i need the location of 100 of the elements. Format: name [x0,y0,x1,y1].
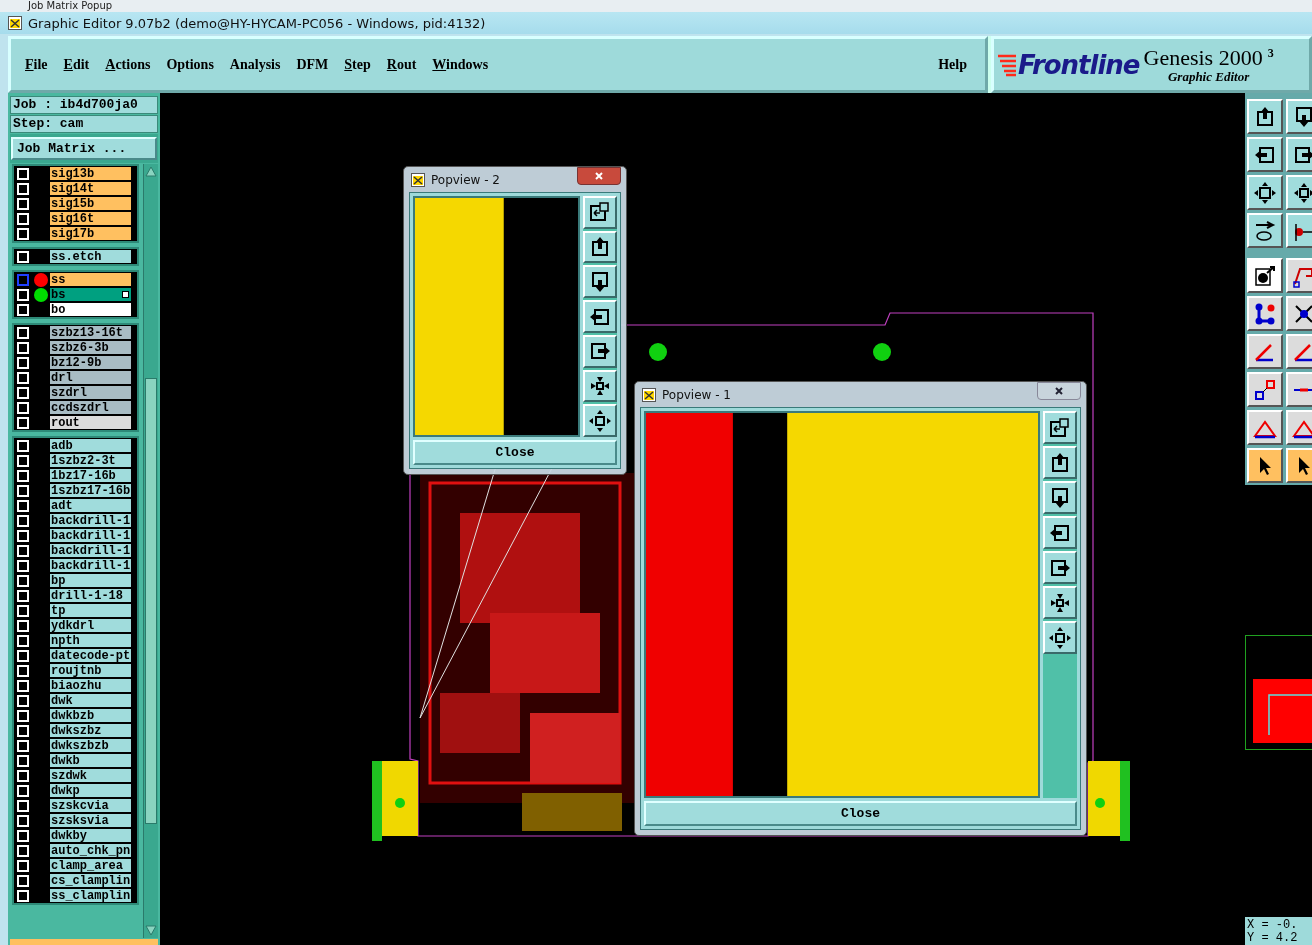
layer-view-drawing[interactable] [644,411,1040,798]
layer-item[interactable]: ss [50,273,131,286]
tool-button[interactable] [1286,410,1312,445]
overview-map-drawing[interactable] [1245,635,1312,750]
menu-item[interactable]: Windows [424,54,497,75]
view-button[interactable] [1043,481,1077,514]
layer-item[interactable]: npth [50,634,131,647]
tool-button[interactable] [1286,296,1312,331]
layer-item[interactable]: sig14t [50,182,131,195]
menu-item[interactable]: DFM [288,54,337,75]
view-button[interactable] [583,265,617,299]
layer-item[interactable]: dwkp [50,784,131,797]
layer-item[interactable]: sig13b [50,167,131,180]
close-button[interactable] [577,167,621,185]
layer-item[interactable]: bs [50,288,131,301]
tool-button[interactable] [1247,296,1283,331]
layer-item[interactable]: 1bz17-16b [50,469,131,482]
layer-item[interactable]: ydkdrl [50,619,131,632]
layer-item[interactable]: auto_chk_pn [50,844,131,857]
view-button[interactable] [583,404,617,438]
layer-item[interactable]: drl [50,371,131,384]
tool-button[interactable] [1286,213,1312,248]
layer-item[interactable]: biaozhu [50,679,131,692]
layer-item[interactable]: ccdszdrl [50,401,131,414]
layer-item[interactable]: tp [50,604,131,617]
tool-button[interactable] [1247,410,1283,445]
tool-button[interactable] [1286,137,1312,172]
view-button[interactable] [1043,516,1077,549]
layer-item[interactable]: 1szbz17-16b [50,484,131,497]
tool-button[interactable] [1286,372,1312,407]
tool-button[interactable] [1286,99,1312,134]
layer-checkbox[interactable] [17,273,29,286]
view-button[interactable] [583,300,617,333]
layer-item[interactable]: bp [50,574,131,587]
menu-item[interactable]: Rout [378,54,425,75]
layer-item[interactable]: szskcvia [50,799,131,812]
job-matrix-button[interactable]: Job Matrix ... [11,137,157,160]
tool-button[interactable] [1247,175,1283,210]
scroll-up-icon[interactable] [145,165,157,177]
view-button[interactable] [583,369,617,403]
layer-item[interactable]: backdrill-1 [50,529,131,542]
layer-item[interactable]: ss.etch [50,250,131,263]
layer-item[interactable]: dwkszbz [50,724,131,737]
tool-button[interactable] [1247,372,1283,407]
tool-button[interactable] [1247,258,1283,293]
layer-item[interactable]: bo [50,303,131,316]
layer-item[interactable]: bz12-9b [50,356,131,369]
close-button[interactable]: Close [413,440,617,465]
tool-button[interactable] [1247,99,1283,134]
tool-button[interactable] [1286,448,1312,483]
layer-item[interactable]: clamp_area [50,859,131,872]
layer-item[interactable]: dwkb [50,754,131,767]
layer-item[interactable]: szdrl [50,386,131,399]
help-menu[interactable]: Help [930,54,975,75]
scroll-down-icon[interactable] [145,925,157,937]
layer-item[interactable]: backdrill-1 [50,544,131,557]
layer-item[interactable]: drill-1-18 [50,589,131,602]
menu-item[interactable]: Edit [55,54,98,75]
scrollbar-thumb[interactable] [145,378,157,824]
view-button[interactable] [1043,621,1077,654]
layer-item[interactable]: datecode-pt [50,649,131,662]
layer-item[interactable]: szsksvia [50,814,131,827]
layer-item[interactable]: sig15b [50,197,131,210]
view-button[interactable] [1043,586,1077,619]
view-button[interactable] [1043,551,1077,584]
view-button[interactable] [583,334,617,368]
view-button[interactable] [583,196,617,229]
layer-view-drawing[interactable] [413,196,580,437]
tool-button[interactable] [1286,334,1312,369]
layer-item[interactable]: backdrill-1 [50,514,131,527]
layer-item[interactable]: cs_clamplin [50,874,131,887]
menu-item[interactable]: File [17,54,56,75]
tool-button[interactable] [1247,213,1283,248]
layer-item[interactable]: szbz6-3b [50,341,131,354]
tool-button[interactable] [1247,137,1283,172]
layer-item[interactable]: szdwk [50,769,131,782]
tool-button[interactable] [1286,258,1312,293]
layer-item[interactable]: 1szbz2-3t [50,454,131,467]
layer-item[interactable]: ss_clamplin [50,889,131,902]
view-button[interactable] [1043,411,1077,444]
layer-item[interactable]: szbz13-16t [50,326,131,339]
layer-item[interactable]: backdrill-1 [50,559,131,572]
layer-item[interactable]: rout [50,416,131,429]
layer-item[interactable]: adb [50,439,131,452]
close-button[interactable]: Close [644,801,1077,826]
layer-item[interactable]: dwkbzb [50,709,131,722]
layer-item[interactable]: sig16t [50,212,131,225]
layer-item[interactable]: dwkby [50,829,131,842]
layer-item[interactable]: adt [50,499,131,512]
menu-item[interactable]: Options [158,54,222,75]
layer-item[interactable]: dwkszbzb [50,739,131,752]
tool-button[interactable] [1286,175,1312,210]
view-button[interactable] [1043,446,1077,479]
tool-button[interactable] [1247,334,1283,369]
layer-item[interactable]: roujtnb [50,664,131,677]
menu-item[interactable]: Analysis [221,54,289,75]
menu-item[interactable]: Step [336,54,379,75]
view-button[interactable] [583,230,617,264]
menu-item[interactable]: Actions [97,54,159,75]
layer-item[interactable]: sig17b [50,227,131,240]
